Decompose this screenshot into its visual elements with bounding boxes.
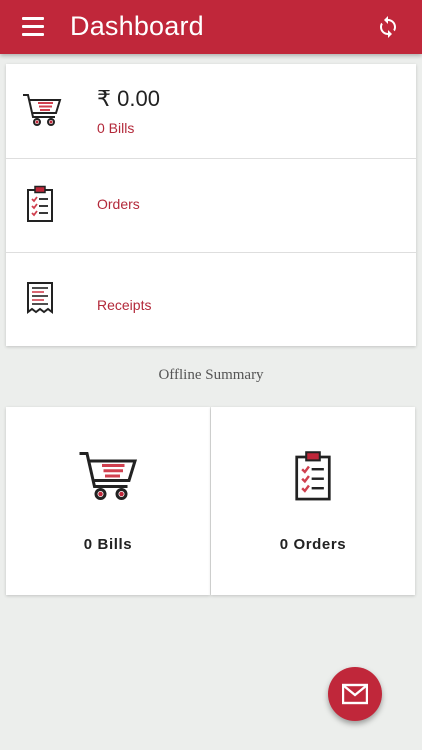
total-amount: ₹ 0.00 <box>97 86 160 111</box>
offline-orders-tile[interactable]: 0 Orders <box>211 407 415 595</box>
offline-summary-heading: Offline Summary <box>158 367 264 383</box>
menu-icon-bar <box>22 17 44 20</box>
offline-orders-label: 0 Orders <box>279 536 347 553</box>
mail-icon <box>342 683 368 705</box>
bills-count-label: 0 Bills <box>97 120 135 136</box>
offline-bills-label: 0 Bills <box>83 536 133 553</box>
menu-button[interactable] <box>22 17 44 37</box>
cart-icon <box>23 94 62 126</box>
receipt-icon <box>27 282 53 314</box>
cart-icon <box>79 452 138 500</box>
clipboard-checklist-icon <box>295 451 331 501</box>
app-bar: Dashboard <box>0 0 422 54</box>
orders-row[interactable]: Orders <box>6 158 416 253</box>
menu-icon-bar <box>22 33 44 36</box>
receipts-row[interactable]: Receipts <box>6 252 416 347</box>
refresh-button[interactable] <box>376 15 400 39</box>
offline-bills-tile[interactable]: 0 Bills <box>6 407 210 595</box>
summary-card: ₹ 0.00 0 Bills Orders Receipts <box>6 64 416 346</box>
bills-row[interactable]: ₹ 0.00 0 Bills <box>6 64 416 158</box>
mail-fab-button[interactable] <box>328 667 382 721</box>
menu-icon-bar <box>22 25 44 28</box>
orders-label: Orders <box>97 196 140 212</box>
receipts-label: Receipts <box>97 297 152 313</box>
page-title: Dashboard <box>70 11 204 41</box>
refresh-icon <box>380 16 396 38</box>
clipboard-checklist-icon <box>27 185 53 222</box>
